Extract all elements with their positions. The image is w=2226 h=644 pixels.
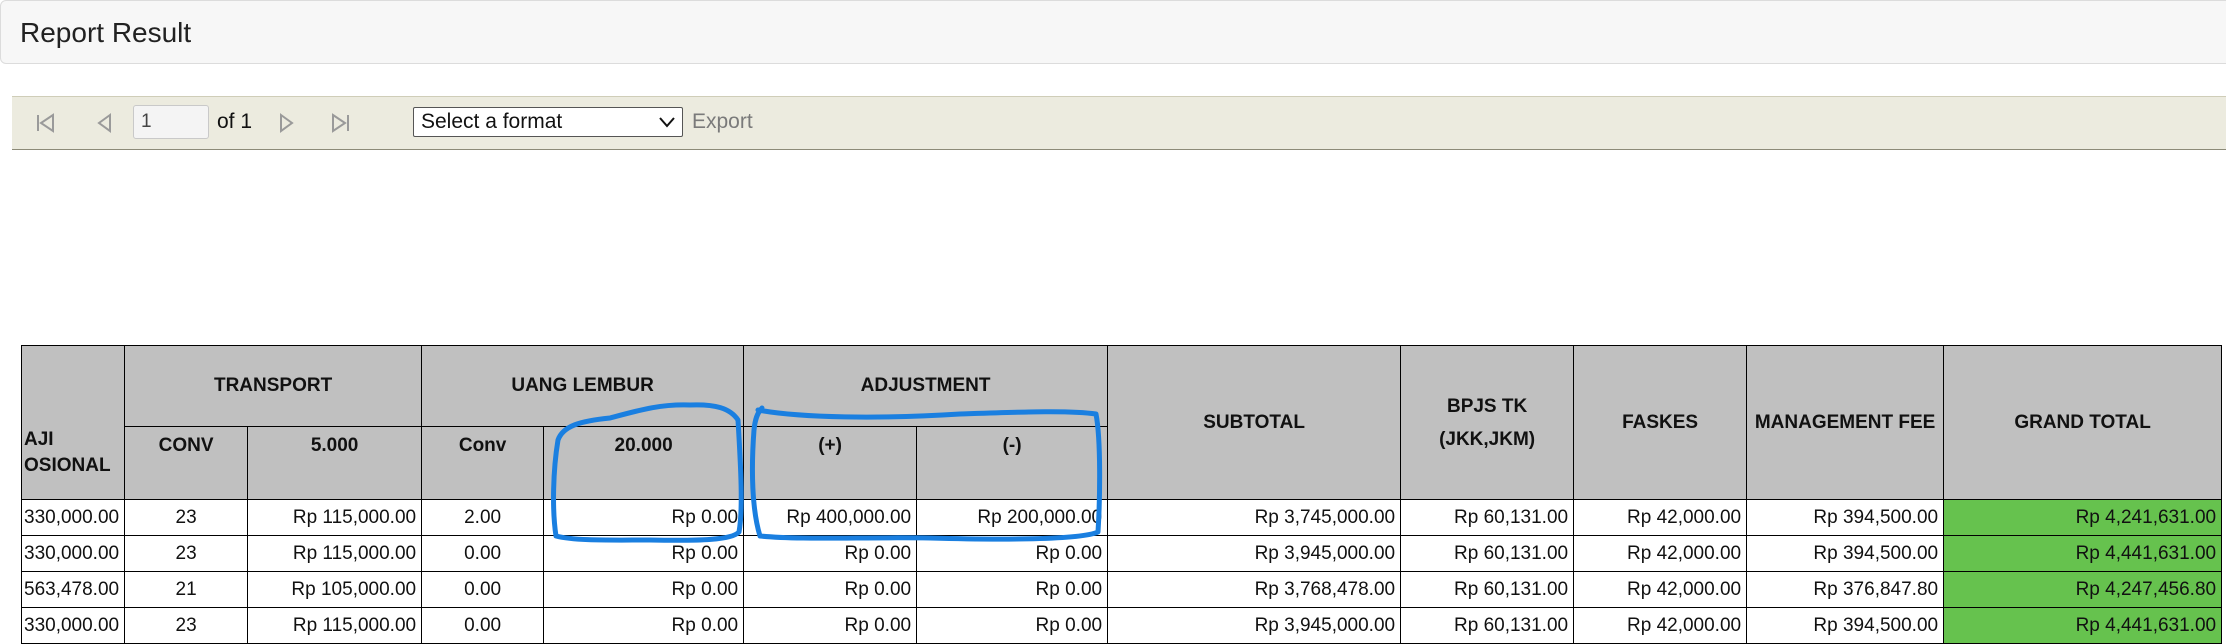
header-transport: TRANSPORT: [124, 345, 423, 427]
cell-adjustment-minus: Rp 0.00: [916, 607, 1109, 644]
header-uang-lembur: UANG LEMBUR: [421, 345, 745, 427]
previous-page-icon[interactable]: [91, 109, 119, 137]
report-table: AJI OSIONAL TRANSPORT UANG LEMBUR ADJUST…: [21, 345, 2223, 644]
export-link[interactable]: Export: [692, 109, 753, 135]
header-management-fee: MANAGEMENT FEE: [1746, 345, 1945, 500]
report-header-panel: Report Result: [0, 0, 2226, 64]
cell-bpjs-tk: Rp 60,131.00: [1400, 571, 1575, 608]
header-adjustment-minus: (-): [916, 426, 1109, 500]
cell-transport-amount: Rp 115,000.00: [247, 535, 423, 572]
cell-bpjs-tk: Rp 60,131.00: [1400, 607, 1575, 644]
cell-grand-total: Rp 4,441,631.00: [1943, 607, 2223, 644]
cell-bpjs-tk: Rp 60,131.00: [1400, 499, 1575, 536]
header-faskes: FASKES: [1573, 345, 1748, 500]
header-transport-conv: CONV: [124, 426, 249, 500]
cell-gaji-operasional: 563,478.00: [21, 571, 126, 608]
table-row: 330,000.00 23 Rp 115,000.00 2.00 Rp 0.00…: [21, 499, 2223, 536]
cell-adjustment-minus: Rp 0.00: [916, 535, 1109, 572]
cell-grand-total: Rp 4,241,631.00: [1943, 499, 2223, 536]
cell-adjustment-plus: Rp 0.00: [743, 571, 918, 608]
page-count-label: of 1: [217, 110, 253, 133]
header-adjustment: ADJUSTMENT: [743, 345, 1109, 427]
chevron-down-icon: [658, 114, 676, 130]
cell-bpjs-tk: Rp 60,131.00: [1400, 535, 1575, 572]
report-table-viewport[interactable]: AJI OSIONAL TRANSPORT UANG LEMBUR ADJUST…: [21, 345, 2226, 644]
cell-adjustment-minus: Rp 0.00: [916, 571, 1109, 608]
cell-transport-conv: 21: [124, 571, 249, 608]
cell-subtotal: Rp 3,768,478.00: [1107, 571, 1402, 608]
header-transport-rate: 5.000: [247, 426, 423, 500]
cell-lembur-amount: Rp 0.00: [543, 499, 745, 536]
export-format-select[interactable]: Select a format: [413, 107, 683, 137]
last-page-icon[interactable]: [326, 109, 354, 137]
cell-gaji-operasional: 330,000.00: [21, 535, 126, 572]
header-lembur-rate: 20.000: [543, 426, 745, 500]
cell-lembur-amount: Rp 0.00: [543, 571, 745, 608]
cell-lembur-conv: 2.00: [421, 499, 545, 536]
cell-subtotal: Rp 3,745,000.00: [1107, 499, 1402, 536]
table-row: 330,000.00 23 Rp 115,000.00 0.00 Rp 0.00…: [21, 607, 2223, 644]
cell-transport-conv: 23: [124, 499, 249, 536]
cell-adjustment-plus: Rp 0.00: [743, 535, 918, 572]
cell-adjustment-plus: Rp 0.00: [743, 607, 918, 644]
next-page-icon[interactable]: [272, 109, 300, 137]
cell-management-fee: Rp 394,500.00: [1746, 535, 1945, 572]
cell-faskes: Rp 42,000.00: [1573, 535, 1748, 572]
cell-subtotal: Rp 3,945,000.00: [1107, 607, 1402, 644]
cell-lembur-conv: 0.00: [421, 607, 545, 644]
page-number-input[interactable]: [133, 105, 209, 139]
header-bpjs-tk: BPJS TK (JKK,JKM): [1400, 345, 1575, 500]
table-row: 563,478.00 21 Rp 105,000.00 0.00 Rp 0.00…: [21, 571, 2223, 608]
header-subtotal: SUBTOTAL: [1107, 345, 1402, 500]
header-adjustment-plus: (+): [743, 426, 918, 500]
cell-lembur-amount: Rp 0.00: [543, 535, 745, 572]
export-format-selected: Select a format: [421, 110, 563, 133]
cell-grand-total: Rp 4,441,631.00: [1943, 535, 2223, 572]
cell-management-fee: Rp 376,847.80: [1746, 571, 1945, 608]
header-gaji-operasional: AJI OSIONAL: [21, 345, 126, 500]
cell-gaji-operasional: 330,000.00: [21, 607, 126, 644]
cell-faskes: Rp 42,000.00: [1573, 499, 1748, 536]
first-page-icon[interactable]: [32, 109, 60, 137]
cell-lembur-conv: 0.00: [421, 571, 545, 608]
cell-transport-amount: Rp 105,000.00: [247, 571, 423, 608]
header-grand-total: GRAND TOTAL: [1943, 345, 2223, 500]
cell-gaji-operasional: 330,000.00: [21, 499, 126, 536]
cell-transport-amount: Rp 115,000.00: [247, 499, 423, 536]
cell-adjustment-minus: Rp 200,000.00: [916, 499, 1109, 536]
cell-transport-conv: 23: [124, 535, 249, 572]
cell-transport-conv: 23: [124, 607, 249, 644]
cell-lembur-amount: Rp 0.00: [543, 607, 745, 644]
table-row: 330,000.00 23 Rp 115,000.00 0.00 Rp 0.00…: [21, 535, 2223, 572]
page: Report Result of 1 S: [0, 0, 2226, 644]
cell-management-fee: Rp 394,500.00: [1746, 607, 1945, 644]
cell-transport-amount: Rp 115,000.00: [247, 607, 423, 644]
cell-grand-total: Rp 4,247,456.80: [1943, 571, 2223, 608]
cell-faskes: Rp 42,000.00: [1573, 571, 1748, 608]
cell-subtotal: Rp 3,945,000.00: [1107, 535, 1402, 572]
header-lembur-conv: Conv: [421, 426, 545, 500]
cell-adjustment-plus: Rp 400,000.00: [743, 499, 918, 536]
cell-lembur-conv: 0.00: [421, 535, 545, 572]
cell-faskes: Rp 42,000.00: [1573, 607, 1748, 644]
page-title: Report Result: [20, 17, 192, 48]
report-toolbar: of 1 Select a format Export: [12, 96, 2226, 150]
cell-management-fee: Rp 394,500.00: [1746, 499, 1945, 536]
